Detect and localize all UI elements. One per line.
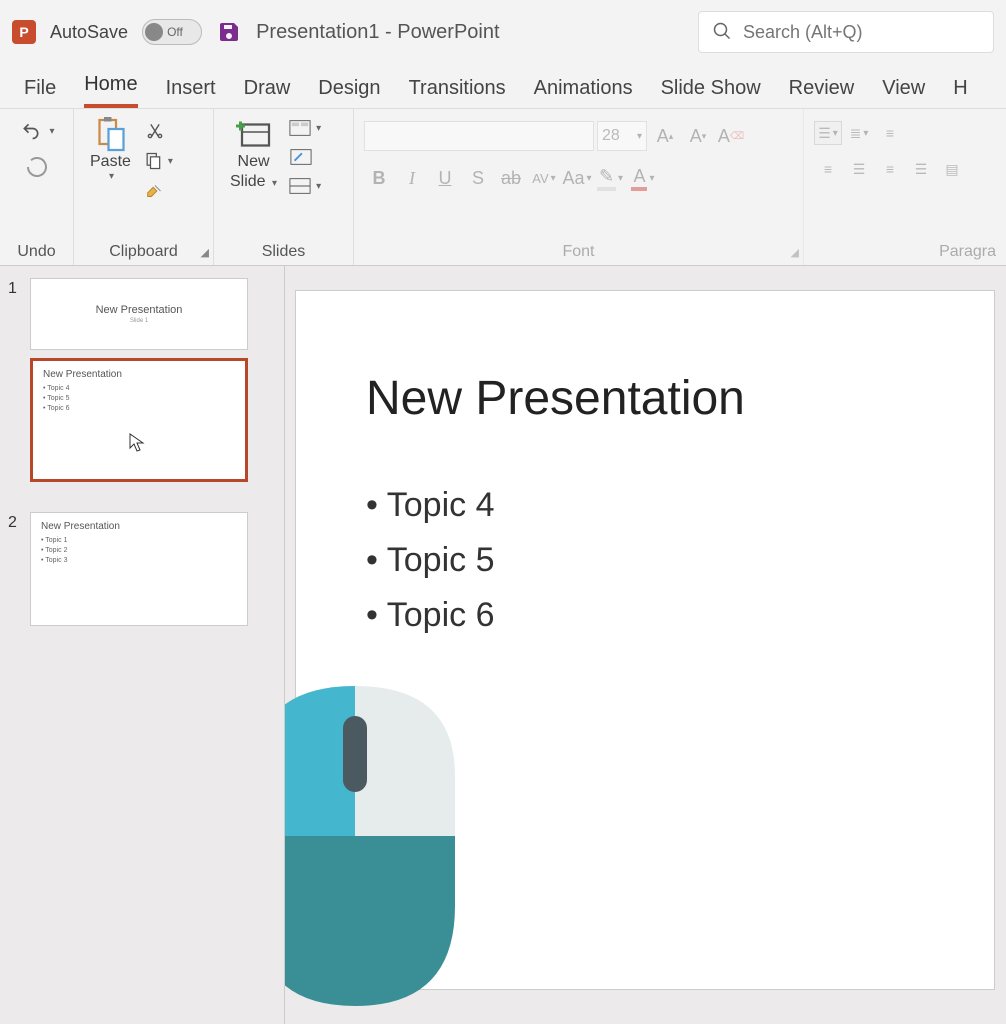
thumbnail-row-2: 2 New Presentation • Topic 1 • Topic 2 •… xyxy=(8,512,276,626)
search-box[interactable] xyxy=(698,11,994,53)
document-title: Presentation1 - PowerPoint xyxy=(256,21,499,44)
slide-thumbnail-2[interactable]: New Presentation • Topic 1 • Topic 2 • T… xyxy=(30,512,248,626)
align-right-button[interactable]: ≡ xyxy=(876,157,904,181)
numbering-button[interactable]: ≣▾ xyxy=(845,121,873,145)
chevron-down-icon: ▾ xyxy=(109,171,114,182)
dialog-launcher-icon[interactable]: ◢ xyxy=(201,246,209,259)
underline-button[interactable]: U xyxy=(430,163,460,193)
thumb-title: New Presentation xyxy=(96,304,183,316)
columns-button[interactable]: ▤ xyxy=(938,157,966,181)
save-button[interactable] xyxy=(216,19,242,45)
thumb-title: New Presentation xyxy=(43,369,235,380)
ribbon-tabs: File Home Insert Draw Design Transitions… xyxy=(0,64,1006,108)
tab-transitions[interactable]: Transitions xyxy=(409,77,506,108)
tab-view[interactable]: View xyxy=(882,77,925,108)
ribbon: ▾ Undo Paste ▾ ▾ xyxy=(0,108,1006,266)
ribbon-group-slides: New Slide ▾ ▾ ▾ Slides xyxy=(214,109,354,265)
tab-slide-show[interactable]: Slide Show xyxy=(661,77,761,108)
redo-button[interactable] xyxy=(25,155,49,182)
change-case-button[interactable]: Aa▾ xyxy=(562,163,592,193)
cut-button[interactable] xyxy=(143,119,167,143)
chevron-down-icon: ▾ xyxy=(168,156,173,167)
search-icon xyxy=(713,22,731,43)
thumb-subtitle: Slide 1 xyxy=(130,318,148,324)
highlight-button[interactable]: ✎▾ xyxy=(595,163,625,193)
mouse-illustration-icon xyxy=(285,606,465,1024)
slide-canvas-area[interactable]: New Presentation Topic 4 Topic 5 Topic 6 xyxy=(285,266,1006,1024)
toggle-knob-icon xyxy=(145,23,163,41)
title-bar: P AutoSave Off Presentation1 - PowerPoin… xyxy=(0,0,1006,64)
autosave-state: Off xyxy=(167,25,183,39)
tab-draw[interactable]: Draw xyxy=(244,77,291,108)
chevron-down-icon: ▾ xyxy=(316,181,321,192)
ribbon-group-undo: ▾ Undo xyxy=(0,109,74,265)
strikethrough-button[interactable]: ab xyxy=(496,163,526,193)
shadow-button[interactable]: S xyxy=(463,163,493,193)
autosave-toggle[interactable]: Off xyxy=(142,19,202,45)
copy-button[interactable]: ▾ xyxy=(143,151,173,171)
cursor-icon xyxy=(129,433,145,458)
paste-label: Paste xyxy=(90,153,131,171)
tab-home[interactable]: Home xyxy=(84,73,137,108)
ribbon-group-font: 28▾ A▴ A▾ A⌫ B I U S ab AV▾ Aa▾ ✎▾ A▾ Fo… xyxy=(354,109,804,265)
increase-font-button[interactable]: A▴ xyxy=(650,121,680,151)
section-button[interactable]: ▾ xyxy=(289,177,321,195)
format-painter-button[interactable] xyxy=(143,179,167,203)
thumbnail-row-1: 1 New Presentation Slide 1 New Presentat… xyxy=(8,278,276,482)
autosave-label: AutoSave xyxy=(50,22,128,43)
italic-button[interactable]: I xyxy=(397,163,427,193)
tab-insert[interactable]: Insert xyxy=(166,77,216,108)
clipboard-group-label: Clipboard ◢ xyxy=(84,241,203,261)
decrease-font-button[interactable]: A▾ xyxy=(683,121,713,151)
font-size-combo[interactable]: 28▾ xyxy=(597,121,647,151)
chevron-down-icon: ▾ xyxy=(49,126,54,137)
slide-thumbnail-1[interactable]: New Presentation • Topic 4 • Topic 5 • T… xyxy=(30,358,248,482)
font-group-label: Font ◢ xyxy=(364,241,793,261)
slide-bullet[interactable]: Topic 5 xyxy=(366,541,924,580)
chevron-down-icon: ▾ xyxy=(316,123,321,134)
justify-button[interactable]: ☰ xyxy=(907,157,935,181)
align-center-button[interactable]: ☰ xyxy=(845,157,873,181)
slides-group-label: Slides xyxy=(224,241,343,261)
new-slide-label-1: New xyxy=(238,153,270,170)
ribbon-group-clipboard: Paste ▾ ▾ Clipboard ◢ xyxy=(74,109,214,265)
slide-thumbnail-panel[interactable]: 1 New Presentation Slide 1 New Presentat… xyxy=(0,266,285,1024)
slide-bullet[interactable]: Topic 4 xyxy=(366,486,924,525)
slide-thumbnail-title[interactable]: New Presentation Slide 1 xyxy=(30,278,248,350)
ribbon-group-paragraph: ☰▾ ≣▾ ≡ ≡ ☰ ≡ ☰ ▤ Paragra xyxy=(804,109,1006,265)
dialog-launcher-icon[interactable]: ◢ xyxy=(791,246,799,259)
character-spacing-button[interactable]: AV▾ xyxy=(529,163,559,193)
reset-button[interactable] xyxy=(289,145,313,169)
layout-button[interactable]: ▾ xyxy=(289,119,321,137)
clear-formatting-button[interactable]: A⌫ xyxy=(716,121,746,151)
undo-group-label: Undo xyxy=(10,241,63,261)
tab-review[interactable]: Review xyxy=(789,77,855,108)
align-left-button[interactable]: ≡ xyxy=(814,157,842,181)
tab-help[interactable]: H xyxy=(953,77,967,108)
decrease-indent-button[interactable]: ≡ xyxy=(876,121,904,145)
font-family-combo[interactable] xyxy=(364,121,594,151)
tab-file[interactable]: File xyxy=(24,77,56,108)
slide-number: 1 xyxy=(8,278,22,298)
powerpoint-app-icon: P xyxy=(12,20,36,44)
undo-button[interactable]: ▾ xyxy=(18,121,54,141)
slide-number: 2 xyxy=(8,512,22,532)
bold-button[interactable]: B xyxy=(364,163,394,193)
thumb-title: New Presentation xyxy=(41,521,237,532)
new-slide-label-2: Slide xyxy=(230,173,266,190)
search-input[interactable] xyxy=(743,22,979,43)
tab-animations[interactable]: Animations xyxy=(534,77,633,108)
font-color-button[interactable]: A▾ xyxy=(628,163,658,193)
tab-design[interactable]: Design xyxy=(318,77,380,108)
paste-button[interactable]: Paste ▾ xyxy=(84,115,137,186)
slide-title[interactable]: New Presentation xyxy=(366,371,924,426)
paragraph-group-label: Paragra xyxy=(814,241,996,261)
bullets-button[interactable]: ☰▾ xyxy=(814,121,842,145)
new-slide-button[interactable]: New Slide ▾ xyxy=(224,115,283,195)
main-area: 1 New Presentation Slide 1 New Presentat… xyxy=(0,266,1006,1024)
